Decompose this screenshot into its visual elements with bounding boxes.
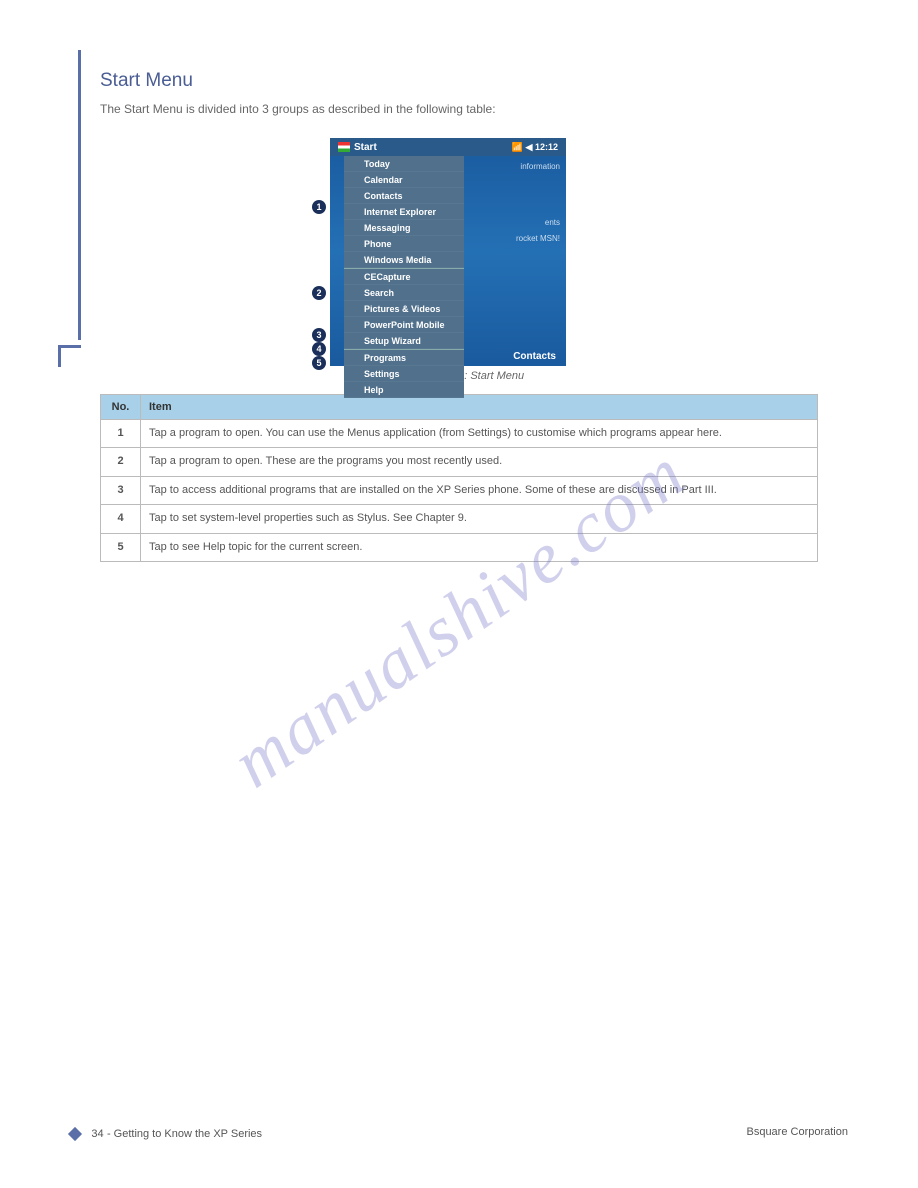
topbar-clock: 📶 ◀ 12:12 [512,142,558,153]
topbar-title: Start [354,142,377,153]
cell-item: Tap to set system-level properties such … [141,505,818,533]
device-topbar: Start 📶 ◀ 12:12 [330,138,566,156]
cell-no: 5 [101,533,141,561]
menu-item: Programs [344,350,464,366]
page-footer: 34 - Getting to Know the XP Series Bsqua… [70,1126,848,1140]
header-accent-vertical [78,50,81,340]
footer-chapter-text: - Getting to Know the XP Series [107,1128,262,1140]
table-row: 5Tap to see Help topic for the current s… [101,533,818,561]
callout-5: 5 [312,356,326,370]
cell-item: Tap to see Help topic for the current sc… [141,533,818,561]
figure-container: Start 📶 ◀ 12:12 Today Calendar Contacts … [330,138,848,366]
cell-no: 1 [101,420,141,448]
cell-no: 2 [101,448,141,476]
section-intro: The Start Menu is divided into 3 groups … [100,100,820,118]
menu-item: Help [344,382,464,398]
menu-item: Windows Media [344,252,464,268]
table-row: 4Tap to set system-level properties such… [101,505,818,533]
header-accent-stub [58,345,61,367]
section-title: Start Menu [100,70,848,92]
header-accent-horizontal [58,345,81,348]
th-no: No. [101,395,141,420]
menu-item: Contacts [344,188,464,204]
menu-item: PowerPoint Mobile [344,317,464,333]
cell-no: 3 [101,476,141,504]
table-row: 1Tap a program to open. You can use the … [101,420,818,448]
bg-text: ents [545,218,560,227]
callout-2: 2 [312,286,326,300]
callout-table: No. Item 1Tap a program to open. You can… [100,394,818,562]
callout-1: 1 [312,200,326,214]
bg-text: rocket MSN! [516,234,560,243]
menu-item: Today [344,156,464,172]
callout-4: 4 [312,342,326,356]
menu-item: Phone [344,236,464,252]
table-row: 3Tap to access additional programs that … [101,476,818,504]
footer-page-number: 34 [91,1128,103,1140]
footer-brand: Bsquare Corporation [746,1126,848,1138]
windows-flag-icon [338,142,350,152]
cell-no: 4 [101,505,141,533]
menu-item: Settings [344,366,464,382]
start-menu-column: Today Calendar Contacts Internet Explore… [344,156,464,398]
menu-item: Internet Explorer [344,204,464,220]
menu-item: Messaging [344,220,464,236]
menu-item: Search [344,285,464,301]
menu-item: Setup Wizard [344,333,464,349]
figure-caption: Figure 6: Start Menu [100,370,848,382]
menu-item: CECapture [344,269,464,285]
cell-item: Tap a program to open. You can use the M… [141,420,818,448]
th-item: Item [141,395,818,420]
table-row: 2Tap a program to open. These are the pr… [101,448,818,476]
callout-3: 3 [312,328,326,342]
menu-item: Pictures & Videos [344,301,464,317]
footer-diamond-icon [68,1127,82,1141]
menu-item: Calendar [344,172,464,188]
device-screenshot: Start 📶 ◀ 12:12 Today Calendar Contacts … [330,138,566,366]
bottom-softkey: Contacts [513,351,556,362]
bg-text: information [520,162,560,171]
cell-item: Tap a program to open. These are the pro… [141,448,818,476]
cell-item: Tap to access additional programs that a… [141,476,818,504]
